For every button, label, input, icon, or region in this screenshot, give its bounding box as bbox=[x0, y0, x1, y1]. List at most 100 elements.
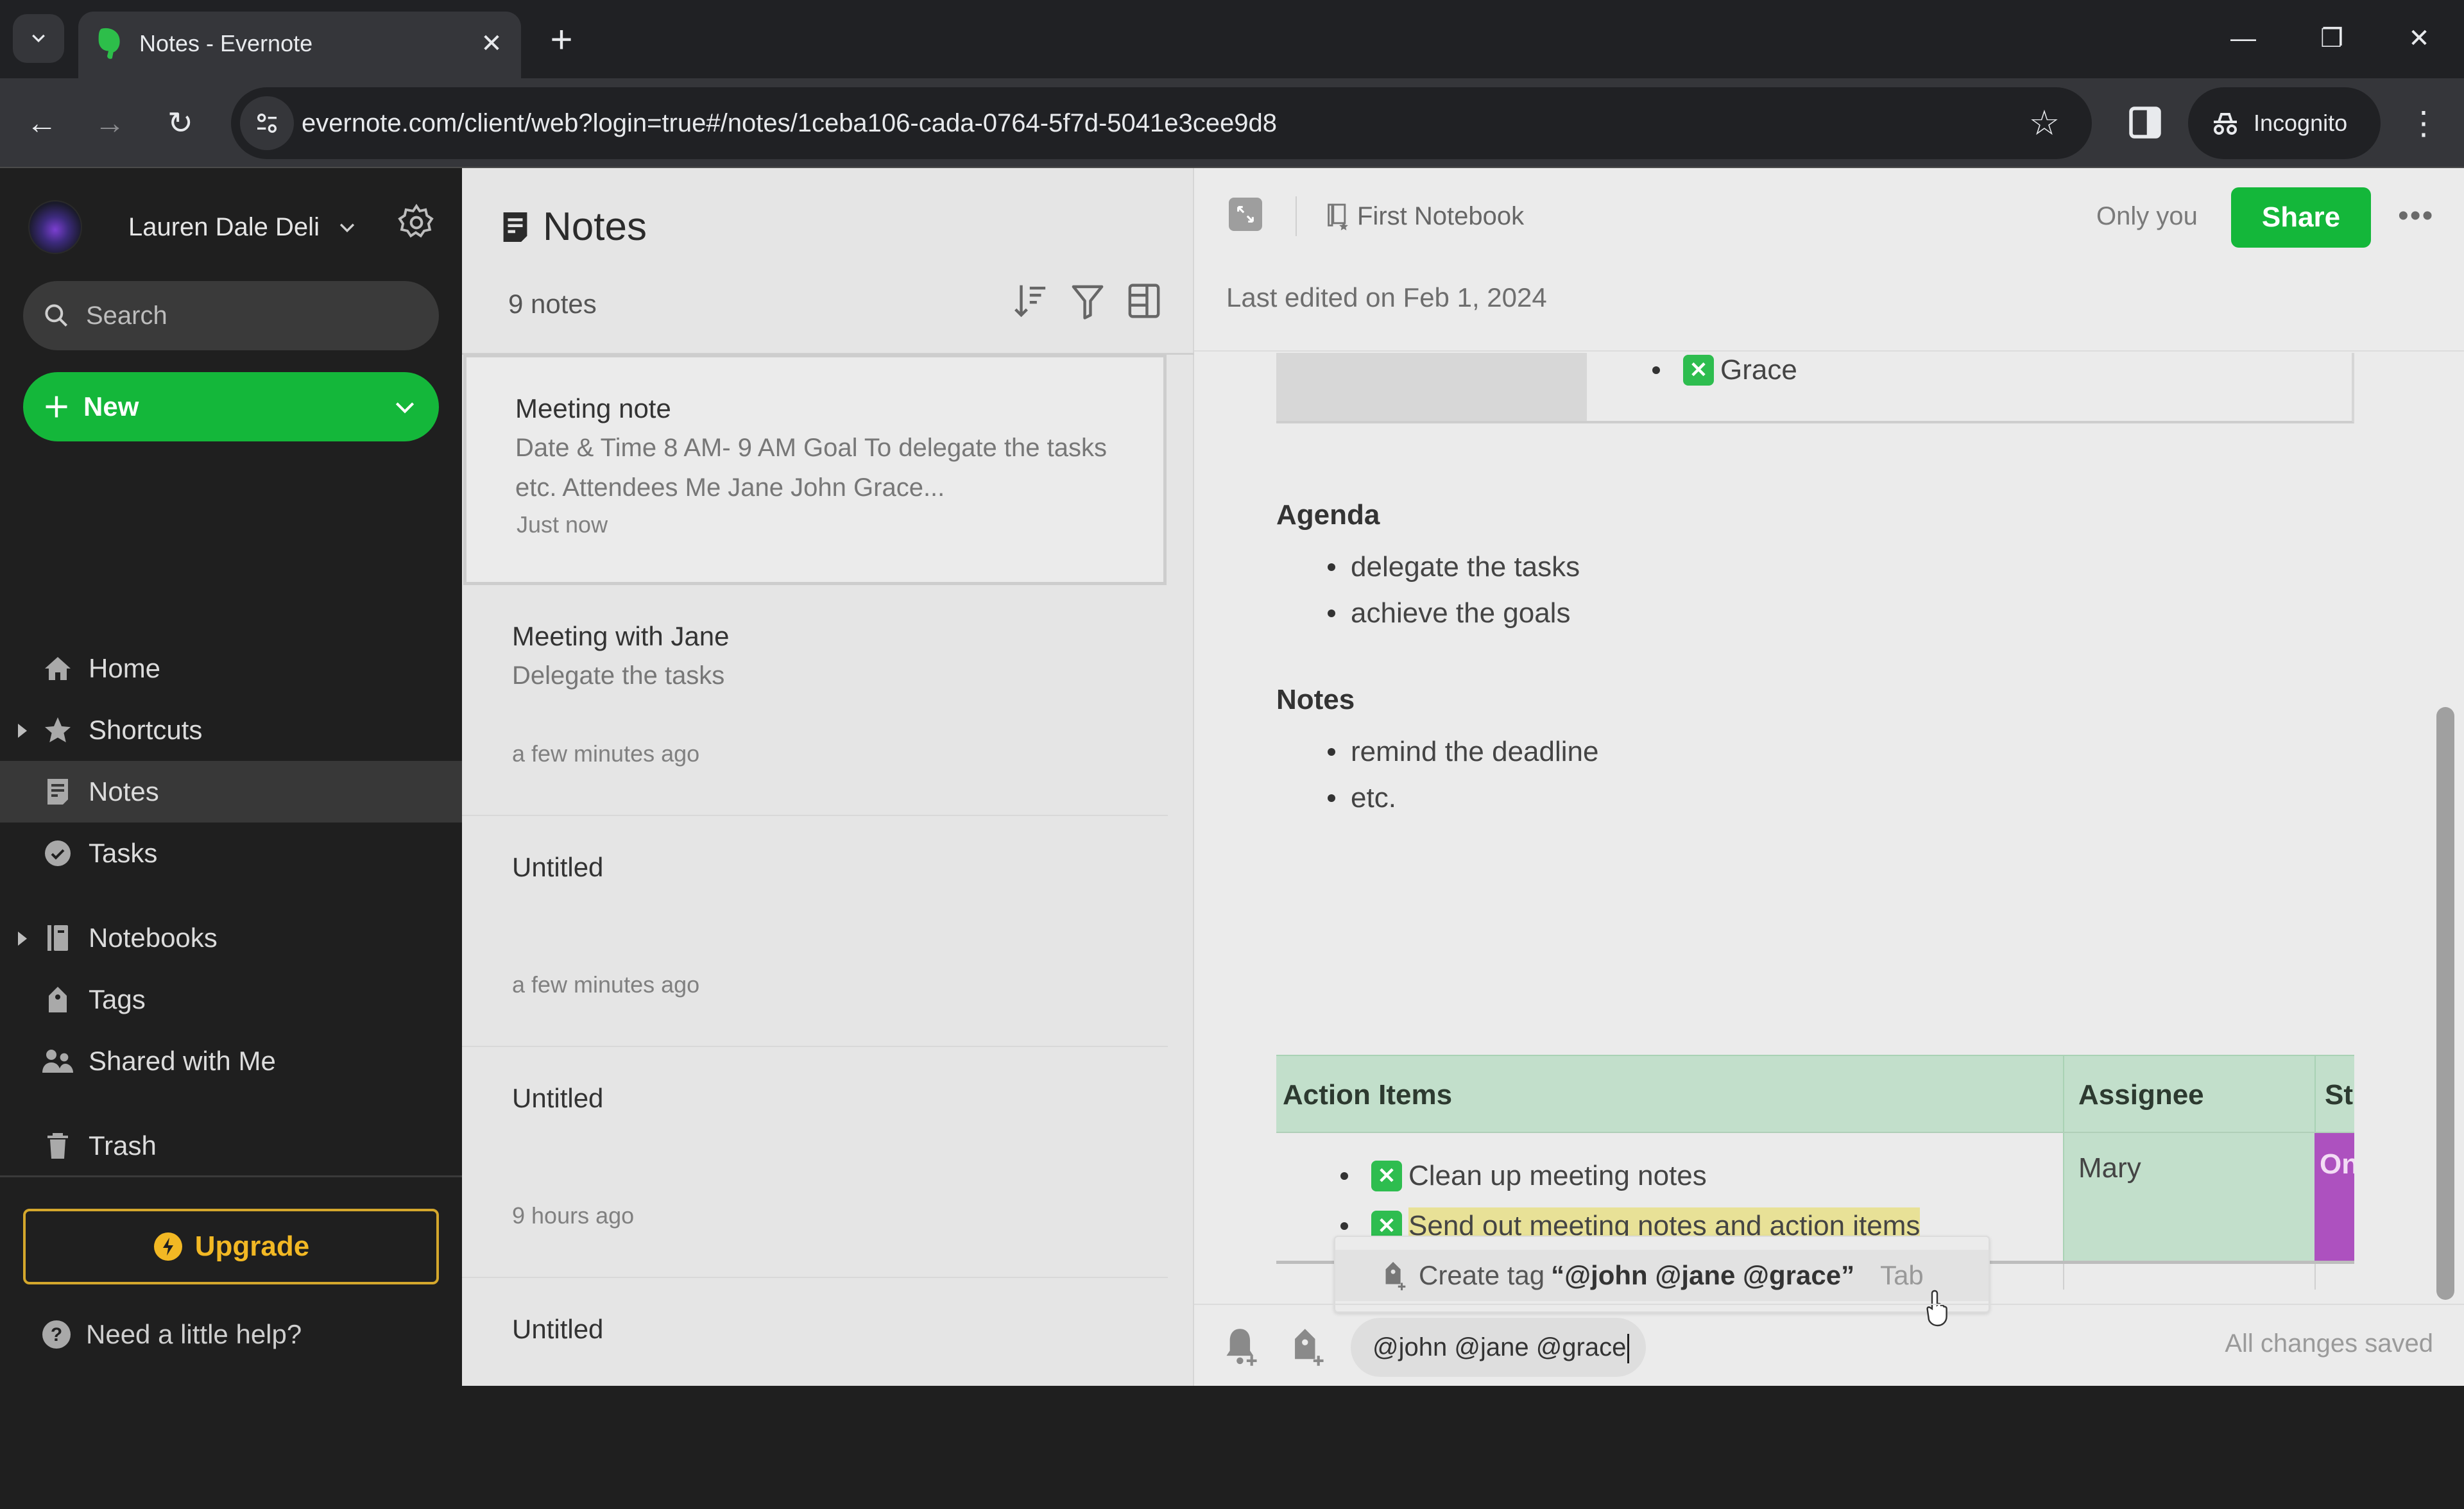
help-label: Need a little help? bbox=[86, 1319, 302, 1349]
sidebar-item-label: Shortcuts bbox=[89, 715, 203, 745]
bullet bbox=[1328, 563, 1335, 571]
list-item: delegate the tasks bbox=[1328, 544, 1580, 590]
new-note-button[interactable]: New bbox=[23, 372, 439, 441]
tag-suggestion-popup: Create tag “@john @jane @grace” Tab bbox=[1334, 1236, 1990, 1327]
incognito-indicator[interactable]: Incognito bbox=[2188, 87, 2381, 159]
note-list-item[interactable]: Untitled 9 hours ago bbox=[462, 1047, 1168, 1278]
home-icon bbox=[41, 652, 74, 685]
settings-gear-icon[interactable] bbox=[397, 203, 436, 243]
note-timestamp: a few minutes ago bbox=[512, 740, 700, 767]
editor-footer: @john @jane @grace All changes saved bbox=[1194, 1304, 2464, 1386]
save-status: All changes saved bbox=[2225, 1329, 2433, 1358]
checklist-item-text: Clean up meeting notes bbox=[1408, 1160, 1707, 1191]
column-header-status[interactable]: St bbox=[2325, 1056, 2354, 1134]
tag-input[interactable]: @john @jane @grace bbox=[1351, 1318, 1646, 1377]
evernote-logo-icon bbox=[98, 28, 120, 59]
keyboard-hint: Tab bbox=[1880, 1260, 1924, 1290]
editor-header: First Notebook Only you Share ••• Last e… bbox=[1194, 168, 2464, 352]
note-snippet: Delegate the tasks bbox=[512, 661, 725, 690]
upgrade-label: Upgrade bbox=[194, 1231, 310, 1262]
star-icon bbox=[41, 713, 74, 747]
sort-icon[interactable] bbox=[1014, 281, 1048, 321]
visibility-label[interactable]: Only you bbox=[2096, 196, 2198, 236]
checkbox-checked-icon[interactable]: ✕ bbox=[1683, 355, 1714, 386]
checklist-item[interactable]: ✕ Grace bbox=[1652, 354, 1797, 386]
sidebar-item-label: Shared with Me bbox=[89, 1046, 276, 1076]
sidebar-item-notebooks[interactable]: Notebooks bbox=[0, 907, 462, 969]
column-header-assignee[interactable]: Assignee bbox=[2078, 1056, 2204, 1134]
editor-scrollbar[interactable] bbox=[2436, 707, 2454, 1300]
view-layout-icon[interactable] bbox=[1127, 281, 1161, 321]
note-title: Meeting note bbox=[515, 393, 671, 423]
column-divider bbox=[2314, 1056, 2316, 1132]
tab-close-icon[interactable]: ✕ bbox=[476, 28, 507, 59]
note-list-panel: Notes 9 notes Meeting note Date & Time 8… bbox=[462, 168, 1194, 1386]
expand-caret-icon[interactable] bbox=[18, 932, 27, 946]
notes-list: remind the deadline etc. bbox=[1328, 729, 1598, 821]
expand-caret-icon[interactable] bbox=[18, 724, 27, 738]
column-header-action-items[interactable]: Action Items bbox=[1283, 1056, 1452, 1134]
help-link[interactable]: ? Need a little help? bbox=[41, 1314, 302, 1355]
search-input[interactable]: Search bbox=[23, 281, 439, 350]
upgrade-button[interactable]: Upgrade bbox=[23, 1209, 439, 1284]
minimize-button[interactable]: — bbox=[2218, 18, 2269, 59]
note-list-item[interactable]: Untitled bbox=[462, 1278, 1168, 1509]
chevron-down-icon bbox=[32, 34, 45, 43]
sidebar-item-tags[interactable]: Tags bbox=[0, 969, 462, 1030]
checklist-item-text: Grace bbox=[1720, 354, 1797, 386]
url-text[interactable]: evernote.com/client/web?login=true#/note… bbox=[302, 87, 1277, 159]
list-item-text: achieve the goals bbox=[1351, 597, 1571, 629]
share-button[interactable]: Share bbox=[2231, 187, 2371, 248]
sidebar-item-shared-with-me[interactable]: Shared with Me bbox=[0, 1030, 462, 1092]
chevron-down-icon[interactable] bbox=[393, 395, 417, 420]
browser-tab[interactable]: Notes - Evernote ✕ bbox=[78, 12, 521, 78]
filter-icon[interactable] bbox=[1070, 281, 1105, 321]
note-list-item[interactable]: Untitled a few minutes ago bbox=[462, 816, 1168, 1047]
browser-tab-bar: Notes - Evernote ✕ + — ❐ ✕ bbox=[0, 0, 2464, 78]
agenda-heading: Agenda bbox=[1276, 499, 1380, 531]
people-icon bbox=[41, 1044, 74, 1078]
sidebar-item-notes[interactable]: Notes bbox=[0, 761, 462, 823]
avatar bbox=[28, 200, 82, 254]
sidebar-item-shortcuts[interactable]: Shortcuts bbox=[0, 699, 462, 761]
account-switcher[interactable]: Lauren Dale Deli bbox=[28, 196, 358, 258]
list-item-text: etc. bbox=[1351, 782, 1396, 814]
note-list-item[interactable]: Meeting note Date & Time 8 AM- 9 AM Goal… bbox=[463, 354, 1167, 585]
more-options-icon[interactable]: ••• bbox=[2398, 196, 2434, 236]
table-cell[interactable] bbox=[1276, 353, 1587, 421]
create-tag-label: Create tag bbox=[1419, 1260, 1545, 1290]
notebook-selector[interactable]: First Notebook bbox=[1326, 196, 1524, 236]
site-info-icon[interactable] bbox=[240, 96, 294, 150]
note-list-item[interactable]: Meeting with Jane Delegate the tasks a f… bbox=[462, 585, 1168, 816]
create-tag-option[interactable]: Create tag “@john @jane @grace” Tab bbox=[1335, 1250, 1989, 1327]
tab-search-button[interactable] bbox=[13, 14, 64, 63]
checkbox-checked-icon[interactable]: ✕ bbox=[1371, 1161, 1402, 1191]
list-item-text: delegate the tasks bbox=[1351, 551, 1580, 583]
address-bar[interactable]: evernote.com/client/web?login=true#/note… bbox=[231, 87, 2092, 159]
sidebar-item-tasks[interactable]: Tasks bbox=[0, 823, 462, 884]
new-tab-button[interactable]: + bbox=[542, 21, 581, 60]
reload-button[interactable]: ↻ bbox=[158, 101, 203, 146]
sidebar-item-trash[interactable]: Trash bbox=[0, 1115, 462, 1177]
bullet bbox=[1652, 366, 1660, 374]
evernote-app: Lauren Dale Deli Search New Home Shortcu… bbox=[0, 168, 2464, 1386]
side-panel-icon[interactable] bbox=[2124, 101, 2166, 144]
checklist-item[interactable]: ✕ Clean up meeting notes bbox=[1340, 1151, 1920, 1201]
sidebar-item-home[interactable]: Home bbox=[0, 638, 462, 699]
note-editor: First Notebook Only you Share ••• Last e… bbox=[1194, 168, 2464, 1386]
expand-note-button[interactable] bbox=[1229, 198, 1262, 231]
note-snippet: Date & Time 8 AM- 9 AM Goal To delegate … bbox=[515, 434, 1107, 502]
back-button[interactable]: ← bbox=[19, 101, 64, 146]
bullet bbox=[1340, 1172, 1348, 1180]
restore-button[interactable]: ❐ bbox=[2306, 18, 2357, 59]
forward-button[interactable]: → bbox=[87, 101, 132, 146]
add-tag-icon[interactable] bbox=[1289, 1326, 1328, 1369]
note-icon bbox=[503, 212, 527, 242]
note-content[interactable]: ✕ Grace Agenda delegate the tasks achiev… bbox=[1194, 353, 2464, 1290]
window-close-button[interactable]: ✕ bbox=[2393, 18, 2445, 59]
bookmark-star-icon[interactable]: ☆ bbox=[2023, 101, 2066, 145]
tag-input-value: @john @jane @grace bbox=[1373, 1333, 1627, 1361]
table-cell-status[interactable]: On bbox=[2314, 1133, 2354, 1261]
add-reminder-icon[interactable] bbox=[1222, 1326, 1261, 1369]
browser-menu-icon[interactable]: ⋮ bbox=[2408, 98, 2440, 149]
